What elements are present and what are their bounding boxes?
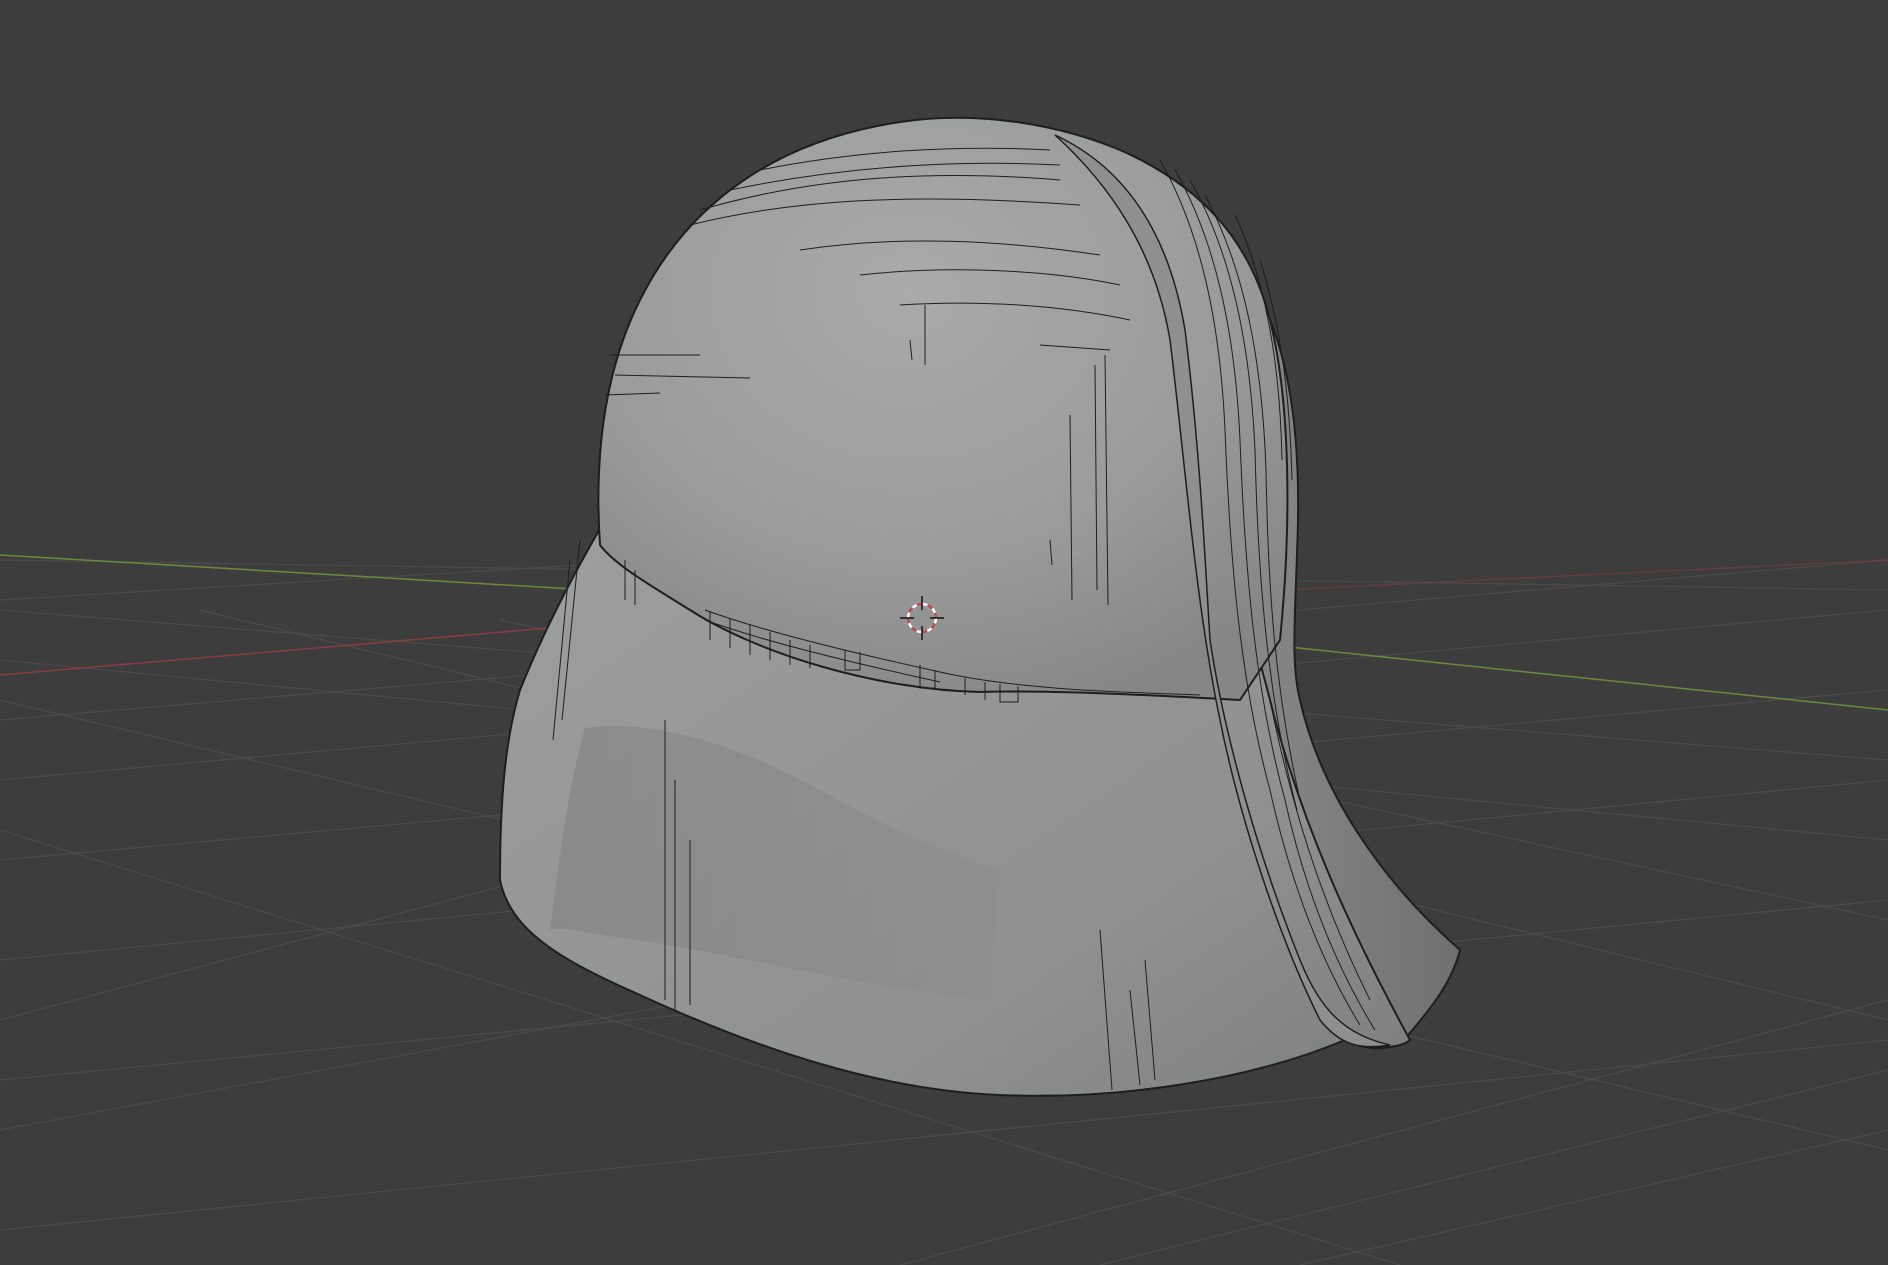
- 3d-viewport[interactable]: [0, 0, 1888, 1265]
- y-axis-line: [0, 554, 591, 591]
- y-axis-line-far: [1269, 644, 1888, 711]
- helmet-mesh[interactable]: [498, 116, 1462, 1097]
